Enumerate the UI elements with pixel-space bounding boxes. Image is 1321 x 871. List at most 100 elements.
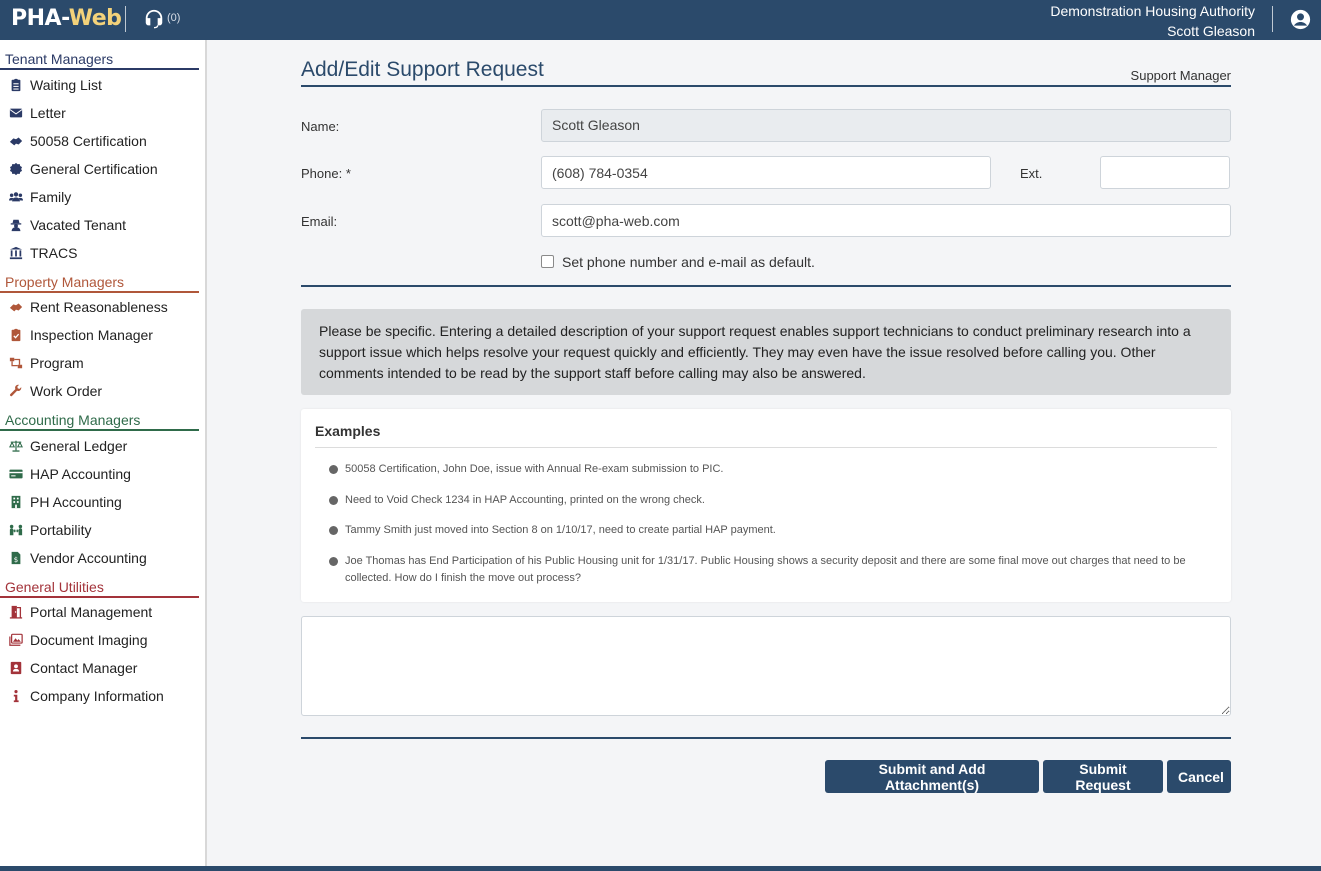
sidebar-item-vendor-accounting[interactable]: $ Vendor Accounting [8,547,147,569]
ext-input[interactable] [1100,156,1230,189]
sidebar-item-label: Work Order [30,383,103,399]
phone-label: Phone: * [301,166,351,181]
example-text: Joe Thomas has End Participation of his … [345,555,1186,584]
example-text: 50058 Certification, John Doe, issue wit… [345,463,724,475]
sidebar-item-ph-accounting[interactable]: PH Accounting [8,491,122,513]
section-divider [0,429,199,431]
footer-divider [301,737,1231,739]
sidebar-item-work-order[interactable]: Work Order [8,380,102,402]
bullet-icon [329,557,338,566]
svg-text:$: $ [14,556,18,564]
sidebar-item-contact-manager[interactable]: Contact Manager [8,657,137,679]
section-title-utilities: General Utilities [5,579,104,595]
headset-icon[interactable] [143,8,165,30]
sidebar-item-label: Company Information [30,688,164,704]
title-divider [301,85,1231,87]
building-icon [8,494,24,510]
sidebar-item-label: Vendor Accounting [30,550,147,566]
bullet-icon [329,465,338,474]
description-textarea[interactable] [301,616,1231,716]
landmark-icon [8,245,24,261]
bullet-icon [329,496,338,505]
sitemap-icon [8,355,24,371]
bullet-icon [329,526,338,535]
sidebar-item-label: HAP Accounting [30,466,131,482]
examples-divider [315,447,1217,448]
handshake-icon [8,133,24,149]
balance-scale-icon [8,438,24,454]
org-user-block: Demonstration Housing Authority Scott Gl… [1050,1,1255,41]
images-icon [8,632,24,648]
default-checkbox[interactable] [541,255,554,268]
examples-panel: Examples 50058 Certification, John Doe, … [301,409,1231,602]
sidebar-item-general-ledger[interactable]: General Ledger [8,435,127,457]
address-book-icon [8,660,24,676]
default-checkbox-label[interactable]: Set phone number and e-mail as default. [562,254,815,270]
sidebar-item-label: General Certification [30,161,158,177]
sidebar-item-label: TRACS [30,245,78,261]
sidebar-item-portal-management[interactable]: Portal Management [8,601,152,623]
page-title: Add/Edit Support Request [301,58,544,81]
sidebar-item-label: PH Accounting [30,494,122,510]
sidebar-item-label: Document Imaging [30,632,148,648]
users-icon [8,189,24,205]
bottom-bar [0,866,1321,871]
credit-card-icon [8,466,24,482]
email-input[interactable] [541,204,1231,237]
example-text: Need to Void Check 1234 in HAP Accountin… [345,494,705,506]
logo-suffix: Web [68,6,122,31]
logo-prefix: PHA- [11,6,69,31]
sidebar-item-label: Program [30,355,84,371]
sidebar-item-letter[interactable]: Letter [8,102,66,124]
header-divider [125,6,126,32]
form-divider [301,285,1231,287]
user-name: Scott Gleason [1167,23,1255,39]
file-invoice-dollar-icon: $ [8,550,24,566]
name-field: Scott Gleason [541,109,1231,142]
submit-attach-button[interactable]: Submit and Add Attachment(s) [825,760,1039,793]
envelope-icon [8,105,24,121]
support-count: (0) [167,12,181,24]
sidebar-item-label: Letter [30,105,66,121]
sidebar-item-general-certification[interactable]: General Certification [8,158,158,180]
ext-label: Ext. [1020,166,1043,181]
example-item: Joe Thomas has End Participation of his … [329,553,1209,587]
cancel-button[interactable]: Cancel [1167,760,1231,793]
sidebar-item-waiting-list[interactable]: Waiting List [8,74,102,96]
sidebar-item-portability[interactable]: Portability [8,519,91,541]
app-logo[interactable]: PHA-Web [11,4,122,34]
sidebar-item-document-imaging[interactable]: Document Imaging [8,629,148,651]
user-circle-icon[interactable] [1290,9,1311,30]
certificate-icon [8,161,24,177]
header-divider-right [1272,6,1273,32]
sidebar-item-label: Family [30,189,72,205]
sidebar-item-family[interactable]: Family [8,186,71,208]
section-divider [0,68,199,70]
email-label: Email: [301,214,338,229]
example-text: Tammy Smith just moved into Section 8 on… [345,524,776,536]
sidebar-item-label: Portability [30,522,92,538]
page-subtitle: Support Manager [1130,68,1231,83]
sidebar-item-hap-accounting[interactable]: HAP Accounting [8,463,131,485]
submit-request-button[interactable]: Submit Request [1043,760,1163,793]
name-label: Name: [301,119,340,134]
sidebar-item-rent-reasonableness[interactable]: Rent Reasonableness [8,296,168,318]
sidebar-item-label: Portal Management [30,604,153,620]
sidebar-item-program[interactable]: Program [8,352,84,374]
handshake-icon [8,299,24,315]
info-panel: Please be specific. Entering a detailed … [301,309,1231,395]
example-item: Need to Void Check 1234 in HAP Accountin… [329,492,1209,509]
examples-title: Examples [315,423,381,439]
clipboard-check-icon [8,327,24,343]
sidebar-item-company-information[interactable]: Company Information [8,685,164,707]
sidebar-item-tracs[interactable]: TRACS [8,242,77,264]
example-item: Tammy Smith just moved into Section 8 on… [329,522,1209,539]
section-title-tenant: Tenant Managers [5,51,114,67]
sidebar-item-inspection-manager[interactable]: Inspection Manager [8,324,153,346]
user-secret-icon [8,217,24,233]
sidebar-item-vacated-tenant[interactable]: Vacated Tenant [8,214,126,236]
sidebar-item-label: Inspection Manager [30,327,153,343]
top-header: PHA-Web (0) Demonstration Housing Author… [0,0,1321,40]
sidebar-item-50058-certification[interactable]: 50058 Certification [8,130,147,152]
phone-input[interactable] [541,156,991,189]
